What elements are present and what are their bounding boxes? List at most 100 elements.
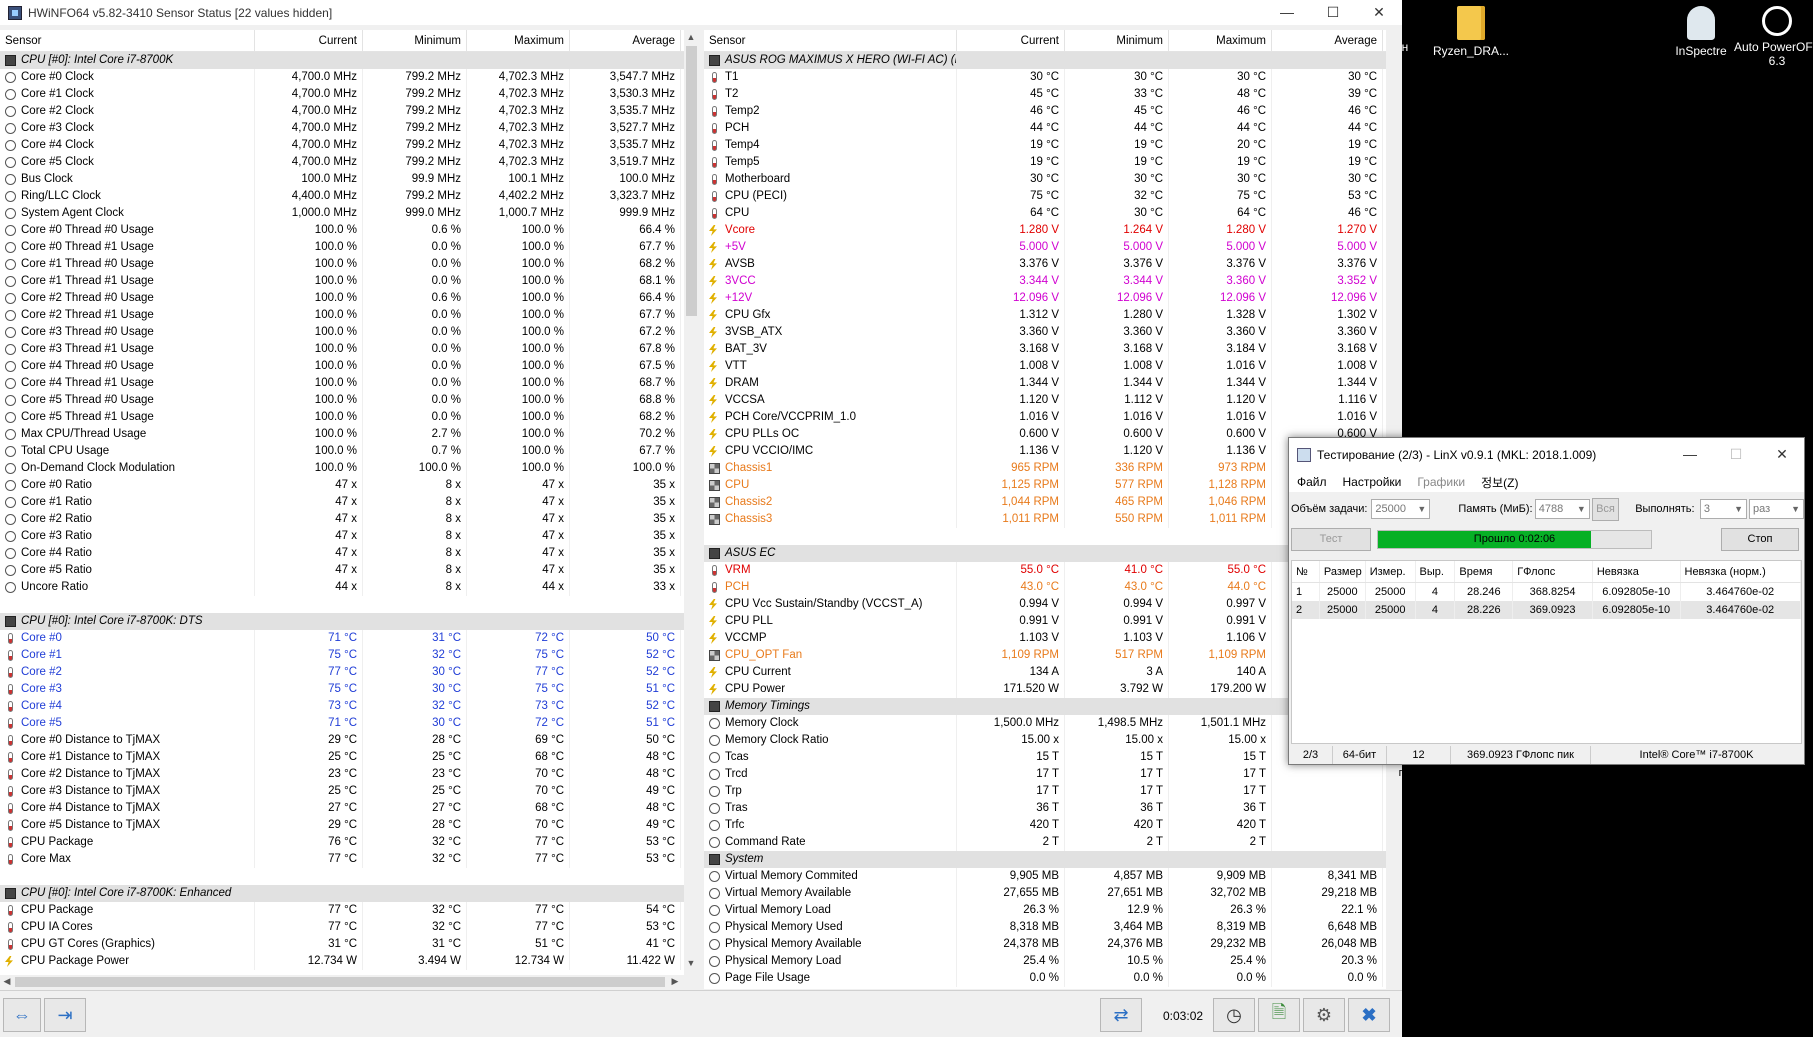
sensor-row[interactable]: Core #2 Ratio 47 x8 x 47 x 35 x xyxy=(0,511,684,528)
reset-clock-button[interactable]: ◷ xyxy=(1213,998,1255,1032)
sensor-row[interactable]: Core #1 Thread #1 Usage 100.0 % 0.0 % 100.0… xyxy=(0,273,684,290)
sensor-group-header[interactable]: ASUS EC xyxy=(704,545,1386,562)
sensor-row[interactable]: Core #1 75 °C 32 °C 75 °C 52 °C xyxy=(0,647,684,664)
sensor-row[interactable]: Temp4 19 °C 19 °C 20 °C 19 °C xyxy=(704,137,1386,154)
collapse-arrows-button[interactable]: ⇥ xyxy=(44,998,86,1032)
sensor-row[interactable]: Physical Memory Used 8,318 MB 3,464 MB 8,31… xyxy=(704,919,1386,936)
sensor-group-header[interactable]: System xyxy=(704,851,1386,868)
stop-button[interactable]: Стоп xyxy=(1721,528,1799,551)
results-table[interactable]: № Размер Измер. Выр. Время ГФлопс Невязка Невяз… xyxy=(1291,560,1802,744)
scroll-down-icon[interactable]: ▼ xyxy=(684,958,698,968)
sensor-row[interactable]: BAT_3V 3.168 V 3.168 V 3.184 V 3.168 V xyxy=(704,341,1386,358)
problem-size-select[interactable]: 25000 ▼ xyxy=(1371,499,1431,519)
sensor-row[interactable]: Core #2 Thread #0 Usage 100.0 % 0.6 % 100.0… xyxy=(0,290,684,307)
sensor-row[interactable]: Core #0 71 °C 31 °C 72 °C 50 °C xyxy=(0,630,684,647)
sensor-row[interactable]: CPU IA Cores 77 °C 32 °C 77 °C 53 °C xyxy=(0,919,684,936)
sensor-row[interactable]: Uncore Ratio 44 x8 x 44 x 33 x xyxy=(0,579,684,596)
log-button[interactable]: 🗎 xyxy=(1258,998,1300,1032)
column-minimum[interactable]: Minimum xyxy=(1065,30,1169,51)
sensor-row[interactable]: Core #5 Thread #1 Usage 100.0 % 0.0 % 100.0… xyxy=(0,409,684,426)
results-column-header[interactable]: Размер xyxy=(1320,561,1366,582)
sensor-pane-right[interactable]: Sensor Current Minimum Maximum Average A… xyxy=(704,30,1386,989)
sensor-row[interactable]: CPU Vcc Sustain/Standby (VCCST_A) 0.994 V… xyxy=(704,596,1386,613)
sensor-row[interactable]: VRM 55.0 °C 41.0 °C 55.0 °C xyxy=(704,562,1386,579)
sensor-row[interactable]: Command Rate 2 T2 T2 T xyxy=(704,834,1386,851)
close-button[interactable]: ✕ xyxy=(1356,0,1402,25)
sensor-row[interactable]: Core #2 Distance to TjMAX 23 °C 23 °C 70 °C… xyxy=(0,766,684,783)
sensor-row[interactable]: CPU GT Cores (Graphics) 31 °C 31 °C 51 °C 41… xyxy=(0,936,684,953)
sensor-group-header[interactable]: Memory Timings xyxy=(704,698,1386,715)
sensor-row[interactable]: CPU Package Power 12.734 W 3.494 W 12.734 W… xyxy=(0,953,684,970)
sensor-row[interactable]: 3VCC 3.344 V 3.344 V 3.360 V 3.352 V xyxy=(704,273,1386,290)
sensor-row[interactable]: Page File Usage 0.0 % 0.0 % 0.0 % 0.0 % xyxy=(704,970,1386,987)
network-button[interactable]: ⇄ xyxy=(1100,998,1142,1032)
sensor-row[interactable]: CPU Gfx 1.312 V 1.280 V 1.328 V 1.302 V xyxy=(704,307,1386,324)
sensor-row[interactable]: Memory Clock 1,500.0 MHz 1,498.5 MHz 1,501.… xyxy=(704,715,1386,732)
sensor-row[interactable]: Memory Clock Ratio 15.00 x 15.00 x 15.00 x xyxy=(704,732,1386,749)
all-memory-button[interactable]: Вся xyxy=(1591,497,1620,521)
scroll-up-icon[interactable]: ▲ xyxy=(684,32,698,42)
sensor-row[interactable]: Max CPU/Thread Usage 100.0 % 2.7 % 100.0 % 7… xyxy=(0,426,684,443)
scroll-left-icon[interactable]: ◀ xyxy=(0,976,14,987)
sensor-row[interactable]: Core #4 Thread #0 Usage 100.0 % 0.0 % 100.0… xyxy=(0,358,684,375)
column-sensor[interactable]: Sensor xyxy=(0,30,255,51)
linx-minimize-button[interactable]: — xyxy=(1667,442,1713,467)
sensor-row[interactable]: Core #0 Clock 4,700.0 MHz 799.2 MHz 4,702.3… xyxy=(0,69,684,86)
sensor-row[interactable]: Tras 36 T 36 T 36 T xyxy=(704,800,1386,817)
results-column-header[interactable]: Выр. xyxy=(1416,561,1456,582)
sensor-row[interactable]: Virtual Memory Available 27,655 MB 27,651 … xyxy=(704,885,1386,902)
sensor-row[interactable]: CPU (PECI) 75 °C 32 °C 75 °C 53 °C xyxy=(704,188,1386,205)
sensor-row[interactable]: Core #3 Distance to TjMAX 25 °C 25 °C 70 °C… xyxy=(0,783,684,800)
sensor-row[interactable]: Chassis1 965 RPM 336 RPM 973 RPM xyxy=(704,460,1386,477)
sensor-row[interactable]: VCCMP 1.103 V 1.103 V 1.106 V xyxy=(704,630,1386,647)
column-minimum[interactable]: Minimum xyxy=(363,30,467,51)
sensor-row[interactable]: Core #4 Thread #1 Usage 100.0 % 0.0 % 100.0… xyxy=(0,375,684,392)
sensor-row[interactable]: On-Demand Clock Modulation 100.0 % 100.0 %… xyxy=(0,460,684,477)
left-vertical-scrollbar[interactable]: ▲ ▼ xyxy=(684,30,699,975)
sensor-row[interactable]: Trp 17 T 17 T 17 T xyxy=(704,783,1386,800)
sensor-row[interactable]: CPU Power 171.520 W 3.792 W 179.200 W xyxy=(704,681,1386,698)
sensor-row[interactable]: VTT 1.008 V 1.008 V 1.016 V 1.008 V xyxy=(704,358,1386,375)
linx-close-button[interactable]: ✕ xyxy=(1759,442,1805,467)
column-current[interactable]: Current xyxy=(255,30,363,51)
maximize-button[interactable]: ☐ xyxy=(1310,0,1356,25)
sensor-row[interactable]: Trfc 420 T 420 T 420 T xyxy=(704,817,1386,834)
results-column-header[interactable]: Невязка xyxy=(1593,561,1681,582)
sensor-pane-left[interactable]: Sensor Current Minimum Maximum Average C… xyxy=(0,30,684,989)
sensor-row[interactable]: Trcd 17 T 17 T 17 T xyxy=(704,766,1386,783)
minimize-button[interactable]: — xyxy=(1264,0,1310,25)
sensor-row[interactable]: Core #0 Thread #1 Usage 100.0 % 0.0 % 100.0… xyxy=(0,239,684,256)
sensor-row[interactable]: Physical Memory Load 25.4 % 10.5 % 25.4 % 20… xyxy=(704,953,1386,970)
hscroll-thumb[interactable] xyxy=(15,977,665,987)
sensor-row[interactable]: T1 30 °C 30 °C 30 °C 30 °C xyxy=(704,69,1386,86)
sensor-row[interactable]: Temp5 19 °C 19 °C 19 °C 19 °C xyxy=(704,154,1386,171)
menu-settings[interactable]: Настройки xyxy=(1343,475,1402,489)
results-column-header[interactable]: № xyxy=(1292,561,1320,582)
sensor-row[interactable]: Core #3 Thread #1 Usage 100.0 % 0.0 % 100.0… xyxy=(0,341,684,358)
sensor-row[interactable]: Core #2 Thread #1 Usage 100.0 % 0.0 % 100.0… xyxy=(0,307,684,324)
sensor-row[interactable]: CPU Current 134 A3 A 140 A xyxy=(704,664,1386,681)
linx-maximize-button[interactable]: ☐ xyxy=(1713,442,1759,467)
sensor-row[interactable]: PCH Core/VCCPRIM_1.0 1.016 V 1.016 V 1.016 … xyxy=(704,409,1386,426)
results-column-header[interactable]: Измер. xyxy=(1366,561,1416,582)
sensor-row[interactable]: Core Max 77 °C 32 °C 77 °C 53 °C xyxy=(0,851,684,868)
sensor-row[interactable]: Vcore 1.280 V 1.264 V 1.280 V 1.270 V xyxy=(704,222,1386,239)
sensor-row[interactable]: CPU_OPT Fan 1,109 RPM 517 RPM 1,109 RPM xyxy=(704,647,1386,664)
sensor-row[interactable]: Chassis2 1,044 RPM 465 RPM 1,046 RPM xyxy=(704,494,1386,511)
linx-titlebar[interactable]: Тестирование (2/3) - LinX v0.9.1 (MKL: 2… xyxy=(1289,438,1804,472)
sensor-row[interactable]: Core #5 Thread #0 Usage 100.0 % 0.0 % 100.0… xyxy=(0,392,684,409)
sensor-row[interactable]: PCH 44 °C 44 °C 44 °C 44 °C xyxy=(704,120,1386,137)
sensor-row[interactable]: System Agent Clock 1,000.0 MHz 999.0 MHz 1,… xyxy=(0,205,684,222)
memory-select[interactable]: 4788 ▼ xyxy=(1534,499,1590,519)
sensor-row[interactable]: Virtual Memory Commited 9,905 MB 4,857 MB 9… xyxy=(704,868,1386,885)
sensor-row[interactable]: CPU PLL 0.991 V 0.991 V 0.991 V xyxy=(704,613,1386,630)
column-sensor[interactable]: Sensor xyxy=(704,30,957,51)
sensor-row[interactable]: Ring/LLC Clock 4,400.0 MHz 799.2 MHz 4,402.… xyxy=(0,188,684,205)
column-maximum[interactable]: Maximum xyxy=(1169,30,1272,51)
sensor-row[interactable]: Core #3 Thread #0 Usage 100.0 % 0.0 % 100.0… xyxy=(0,324,684,341)
sensor-row[interactable]: Core #1 Ratio 47 x8 x 47 x 35 x xyxy=(0,494,684,511)
sensor-row[interactable]: T2 45 °C 33 °C 48 °C 39 °C xyxy=(704,86,1386,103)
sensor-row[interactable]: +12V 12.096 V 12.096 V 12.096 V 12.096 V xyxy=(704,290,1386,307)
sensor-row[interactable]: AVSB 3.376 V 3.376 V 3.376 V 3.376 V xyxy=(704,256,1386,273)
sensor-row[interactable]: CPU VCCIO/IMC1.136 V1.120 V1.136 V1.136 … xyxy=(704,443,1386,460)
